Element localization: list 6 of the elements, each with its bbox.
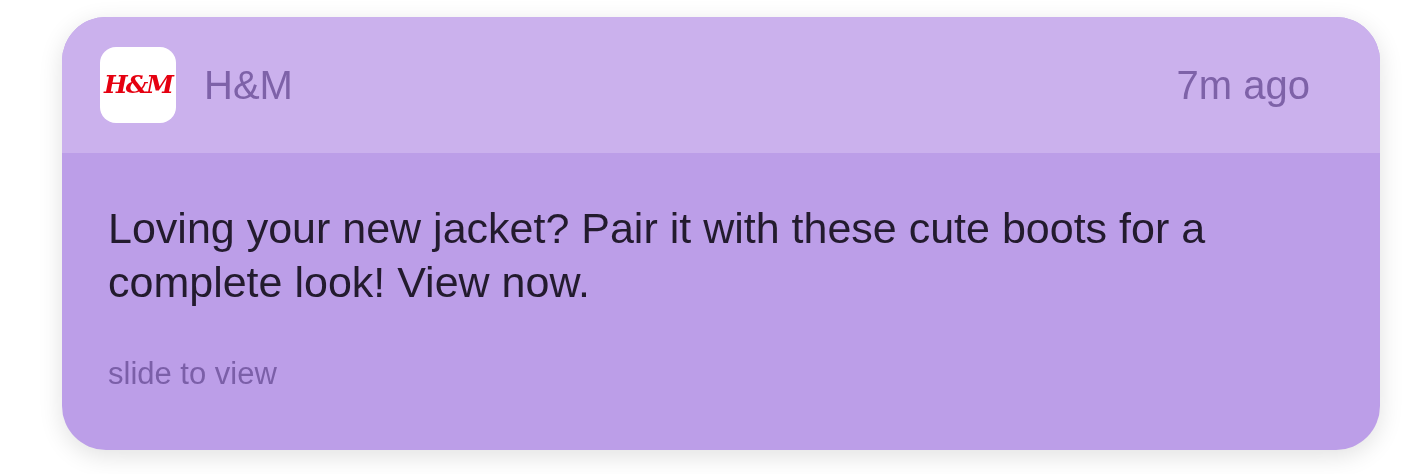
timestamp: 7m ago <box>1176 62 1310 109</box>
notification-message: Loving your new jacket? Pair it with these cute boots for a complete look! View now. <box>108 203 1207 308</box>
notification-card[interactable]: H&M H&M 7m ago Loving your new jacket? Pair it with these cute boots for a complete look! View now. slide to view <box>62 17 1380 450</box>
app-icon: H&M <box>100 47 176 123</box>
slide-hint: slide to view <box>108 355 278 393</box>
app-name: H&M <box>204 62 293 109</box>
